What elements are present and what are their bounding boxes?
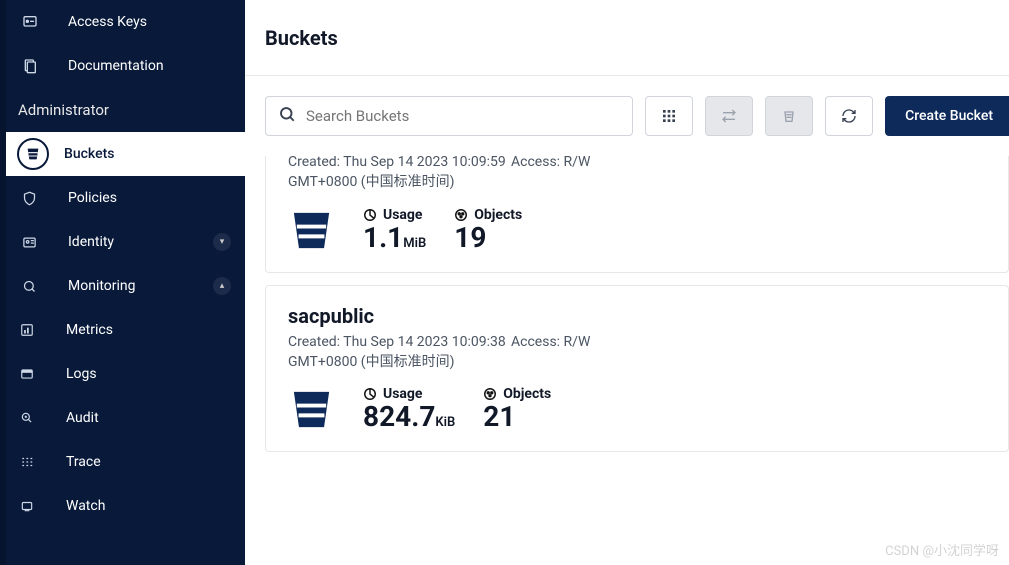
metrics-icon (20, 323, 66, 337)
audit-icon (20, 411, 66, 425)
chevron-up-icon: ▴ (213, 277, 231, 295)
sidebar-item-metrics[interactable]: Metrics (0, 308, 245, 352)
shield-icon (22, 191, 68, 206)
sidebar-label: Identity (68, 234, 213, 250)
monitor-icon (22, 279, 68, 294)
id-icon (22, 235, 68, 250)
replication-button (705, 96, 753, 136)
bucket-access: Access: R/W (511, 156, 590, 193)
chevron-down-icon: ▾ (213, 233, 231, 251)
create-bucket-button[interactable]: Create Bucket (885, 96, 1009, 136)
trace-icon (20, 455, 66, 469)
usage-stat: Usage 1.1MiB (363, 207, 426, 254)
sidebar-label: Metrics (66, 322, 245, 338)
bucket-icon (288, 386, 335, 433)
page-header: Buckets (245, 0, 1009, 76)
sidebar-label: Logs (66, 366, 245, 382)
sidebar-label: Watch (66, 498, 245, 514)
sidebar-item-documentation[interactable]: Documentation (0, 44, 245, 88)
sidebar-label: Trace (66, 454, 245, 470)
bucket-name: sacpublic (288, 304, 986, 328)
search-input-wrapper[interactable] (265, 96, 633, 136)
sidebar-item-identity[interactable]: Identity ▾ (0, 220, 245, 264)
logs-icon (20, 367, 66, 381)
sidebar-item-monitoring[interactable]: Monitoring ▴ (0, 264, 245, 308)
objects-stat: Objects 21 (483, 386, 551, 433)
sidebar-label: Buckets (64, 146, 245, 162)
create-bucket-label: Create Bucket (905, 108, 993, 124)
key-icon (22, 14, 68, 30)
bucket-card[interactable]: sacpublic Created: Thu Sep 14 2023 10:09… (265, 285, 1009, 453)
sidebar-item-policies[interactable]: Policies (0, 176, 245, 220)
lifecycle-button (765, 96, 813, 136)
bucket-icon (288, 207, 335, 254)
watch-icon (20, 499, 66, 513)
sidebar: Access Keys Documentation Administrator … (0, 0, 245, 565)
search-input[interactable] (306, 107, 620, 125)
toolbar: Create Bucket (245, 76, 1009, 156)
doc-icon (22, 58, 68, 74)
sidebar-item-logs[interactable]: Logs (0, 352, 245, 396)
sidebar-item-watch[interactable]: Watch (0, 484, 245, 528)
sidebar-label: Access Keys (68, 14, 245, 30)
bucket-card[interactable]: Created: Thu Sep 14 2023 10:09:59 GMT+08… (265, 156, 1009, 273)
sidebar-scroll-track (0, 0, 6, 565)
usage-icon (363, 387, 377, 401)
sidebar-item-buckets[interactable]: Buckets (0, 132, 245, 176)
bucket-access: Access: R/W (511, 332, 590, 373)
objects-stat: Objects 19 (454, 207, 522, 254)
sidebar-item-access-keys[interactable]: Access Keys (0, 0, 245, 44)
grid-view-button[interactable] (645, 96, 693, 136)
sidebar-label: Monitoring (68, 278, 213, 294)
search-icon (278, 105, 296, 127)
sidebar-label: Policies (68, 190, 245, 206)
usage-stat: Usage 824.7KiB (363, 386, 455, 433)
sidebar-section-title: Administrator (0, 88, 245, 132)
page-title: Buckets (265, 26, 338, 50)
refresh-button[interactable] (825, 96, 873, 136)
bucket-created: Created: Thu Sep 14 2023 10:09:38 GMT+08… (288, 332, 511, 373)
bucket-list: Created: Thu Sep 14 2023 10:09:59 GMT+08… (245, 156, 1009, 565)
sidebar-label: Documentation (68, 58, 245, 74)
objects-icon (483, 387, 497, 401)
sidebar-item-trace[interactable]: Trace (0, 440, 245, 484)
objects-icon (454, 208, 468, 222)
bucket-created: Created: Thu Sep 14 2023 10:09:59 GMT+08… (288, 156, 511, 193)
bucket-icon (17, 138, 49, 170)
sidebar-label: Audit (66, 410, 245, 426)
main-content: Buckets Create Bucket (245, 0, 1009, 565)
sidebar-item-audit[interactable]: Audit (0, 396, 245, 440)
usage-icon (363, 208, 377, 222)
